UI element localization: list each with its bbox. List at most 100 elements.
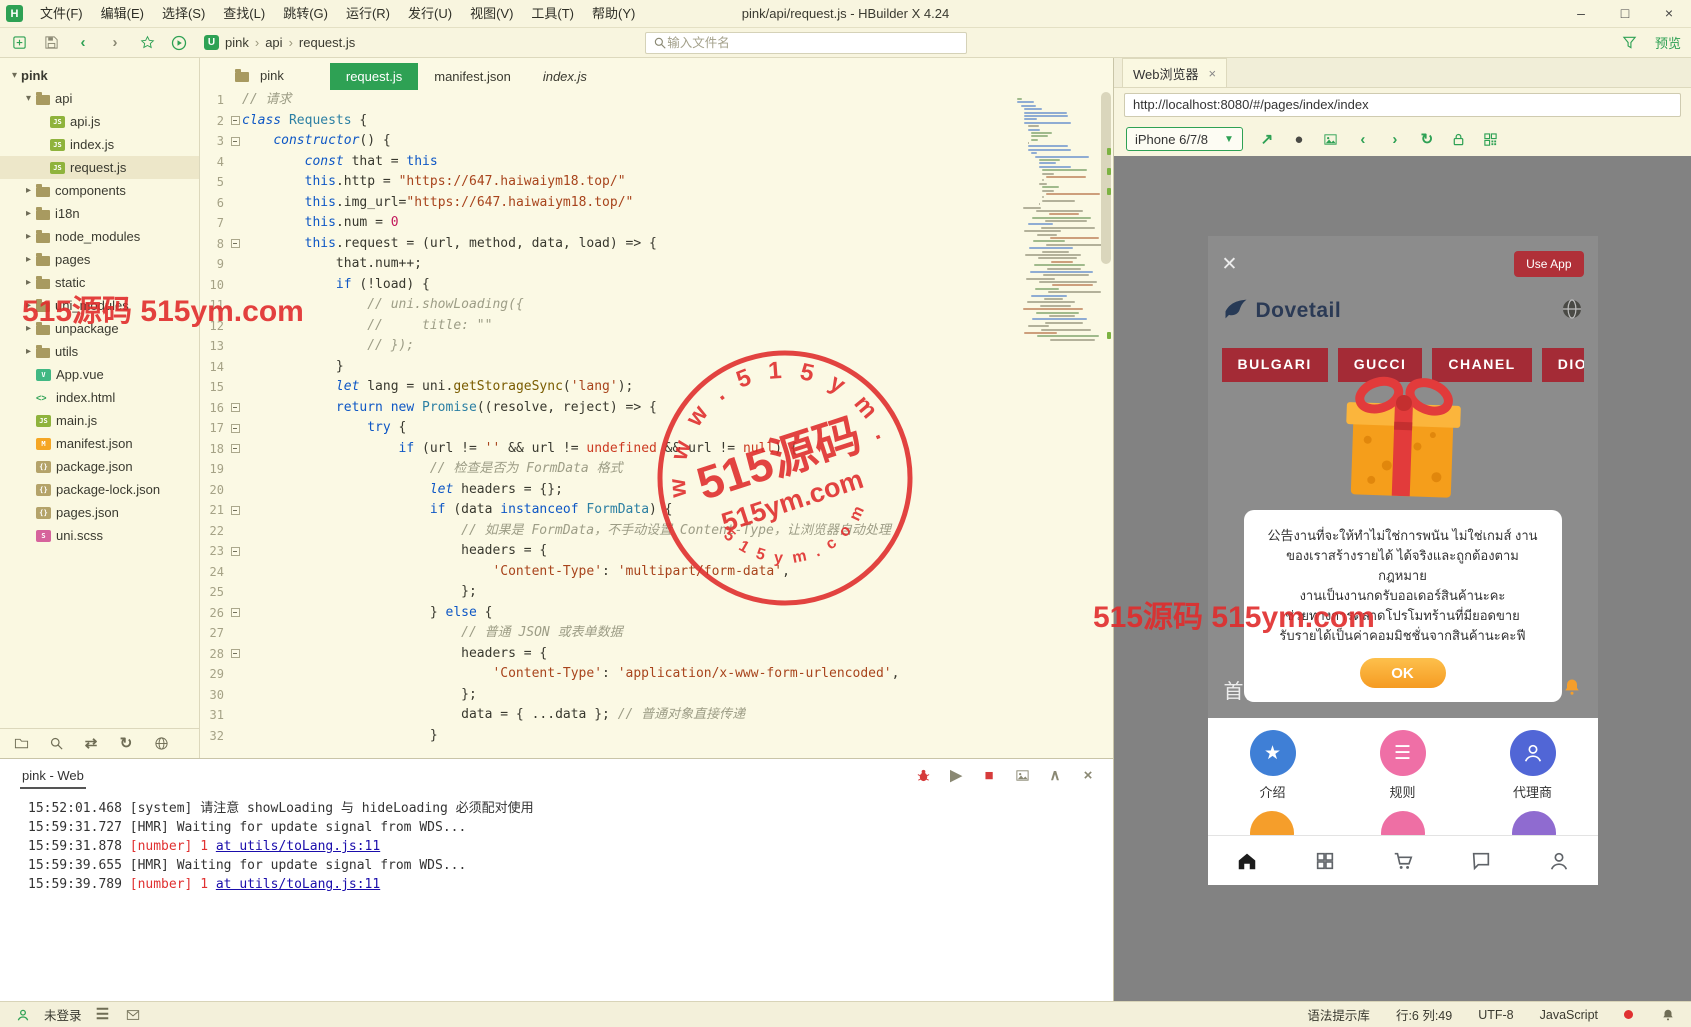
code-line[interactable]: 3 constructor() { — [200, 131, 1113, 152]
back-icon[interactable]: ‹ — [1354, 130, 1372, 148]
file-search-input[interactable] — [667, 35, 961, 50]
menu-item[interactable]: 工具(T) — [522, 0, 583, 27]
maximize-icon[interactable]: □ — [1603, 0, 1647, 27]
console-tab[interactable]: pink - Web — [20, 761, 86, 789]
breadcrumb-item[interactable]: request.js — [299, 35, 355, 50]
collapse-icon[interactable]: ∧ — [1046, 766, 1064, 784]
tree-item[interactable]: ▸ components — [0, 179, 199, 202]
code-line[interactable]: 24 'Content-Type': 'multipart/form-data'… — [200, 562, 1113, 583]
tree-item[interactable]: ▸ static — [0, 271, 199, 294]
code-line[interactable]: 14 } — [200, 357, 1113, 378]
play-icon[interactable]: ▶ — [947, 766, 965, 784]
code-line[interactable]: 23 headers = { — [200, 541, 1113, 562]
home-icon[interactable] — [1234, 848, 1260, 874]
menu-item[interactable]: 发行(U) — [399, 0, 461, 27]
shortcut-circle[interactable] — [1249, 811, 1294, 835]
code-line[interactable]: 4 const that = this — [200, 152, 1113, 173]
cart-icon[interactable] — [1390, 848, 1416, 874]
editor-scrollbar[interactable] — [1101, 90, 1111, 758]
tree-item[interactable]: Mmanifest.json — [0, 432, 199, 455]
stop-icon[interactable]: ■ — [980, 766, 998, 784]
save-icon[interactable] — [42, 34, 60, 52]
shortcut-item[interactable]: ★ 介绍 — [1249, 730, 1296, 801]
shortcut-item[interactable]: 代理商 — [1509, 730, 1556, 801]
code-line[interactable]: 25 }; — [200, 582, 1113, 603]
close-icon[interactable]: × — [1079, 766, 1097, 784]
tree-item[interactable]: {} package.json — [0, 455, 199, 478]
tree-item[interactable]: Suni.scss — [0, 524, 199, 547]
shortcut-item[interactable]: ☰ 规则 — [1379, 730, 1426, 801]
external-icon[interactable]: ↗ — [1258, 130, 1276, 148]
menu-item[interactable]: 选择(S) — [153, 0, 214, 27]
code-line[interactable]: 10 if (!load) { — [200, 275, 1113, 296]
fold-icon[interactable] — [230, 403, 240, 413]
refresh-icon[interactable]: ↻ — [1418, 130, 1436, 148]
fold-icon[interactable] — [230, 649, 240, 659]
tree-item[interactable]: JS main.js — [0, 409, 199, 432]
person-icon[interactable] — [1546, 848, 1572, 874]
shortcut-circle[interactable] — [1380, 811, 1425, 835]
back-icon[interactable]: ‹ — [74, 34, 92, 52]
log-link[interactable]: at utils/toLang.js:11 — [216, 839, 380, 854]
code-line[interactable]: 19 // 检查是否为 FormData 格式 — [200, 459, 1113, 480]
code-line[interactable]: 8 this.request = (url, method, data, loa… — [200, 234, 1113, 255]
statusbar-item[interactable]: UTF-8 — [1478, 1008, 1513, 1022]
code-line[interactable]: 9 that.num++; — [200, 254, 1113, 275]
tree-item[interactable]: JS request.js — [0, 156, 199, 179]
code-line[interactable]: 18 if (url != '' && url != undefined && … — [200, 439, 1113, 460]
statusbar-item[interactable]: 行:6 列:49 — [1396, 1005, 1452, 1024]
popup-close-icon[interactable]: ✕ — [1222, 253, 1238, 276]
menu-item[interactable]: 帮助(Y) — [583, 0, 644, 27]
code-line[interactable]: 1// 请求 — [200, 90, 1113, 111]
code-line[interactable]: 2 class Requests { — [200, 111, 1113, 132]
code-line[interactable]: 12 // title: "" — [200, 316, 1113, 337]
language-globe-icon[interactable] — [1560, 297, 1584, 326]
tree-item[interactable]: ▸ uni_modules — [0, 294, 199, 317]
code-line[interactable]: 16 return new Promise((resolve, reject) … — [200, 398, 1113, 419]
login-status[interactable]: 未登录 — [44, 1005, 82, 1024]
tree-item[interactable]: ▾ pink — [0, 64, 199, 87]
code-line[interactable]: 30 }; — [200, 685, 1113, 706]
preview-button[interactable]: 预览 — [1655, 33, 1681, 52]
forward-icon[interactable]: › — [1386, 130, 1404, 148]
tree-item[interactable]: V App.vue — [0, 363, 199, 386]
tree-item[interactable]: JS index.js — [0, 133, 199, 156]
bug-icon[interactable] — [914, 766, 932, 784]
minimize-icon[interactable]: – — [1559, 0, 1603, 27]
tree-item[interactable]: ▸ node_modules — [0, 225, 199, 248]
code-line[interactable]: 28 headers = { — [200, 644, 1113, 665]
editor-tab[interactable]: request.js — [329, 63, 419, 90]
account-icon[interactable] — [14, 1006, 32, 1024]
device-select[interactable]: iPhone 6/7/8 ▼ — [1126, 127, 1243, 151]
tree-item[interactable]: {} package-lock.json — [0, 478, 199, 501]
code-line[interactable]: 22 // 如果是 FormData，不手动设置 Content-Type，让浏… — [200, 521, 1113, 542]
run-icon[interactable] — [170, 34, 188, 52]
code-line[interactable]: 11 // uni.showLoading({ — [200, 295, 1113, 316]
image-icon[interactable] — [1322, 130, 1340, 148]
code-line[interactable]: 5 this.http = "https://647.haiwaiym18.to… — [200, 172, 1113, 193]
tree-item[interactable]: ▸ i18n — [0, 202, 199, 225]
code-area[interactable]: 1// 请求 2 class Requests {3 constructor() {… — [200, 90, 1113, 746]
chat-icon[interactable] — [1468, 848, 1494, 874]
menu-item[interactable]: 跳转(G) — [274, 0, 337, 27]
image-icon[interactable] — [1013, 766, 1031, 784]
code-line[interactable]: 27 // 普通 JSON 或表单数据 — [200, 623, 1113, 644]
bell-icon[interactable] — [1562, 677, 1582, 702]
file-search-box[interactable] — [645, 31, 968, 54]
ok-button[interactable]: OK — [1359, 658, 1446, 688]
code-line[interactable]: 7 this.num = 0 — [200, 213, 1113, 234]
fold-icon[interactable] — [230, 505, 240, 515]
globe-icon[interactable] — [152, 735, 170, 753]
code-line[interactable]: 26 } else { — [200, 603, 1113, 624]
search-icon[interactable] — [47, 735, 65, 753]
outline-icon[interactable]: ☰ — [94, 1006, 112, 1024]
log-link[interactable]: at utils/toLang.js:11 — [216, 877, 380, 892]
code-line[interactable]: 20 let headers = {}; — [200, 480, 1113, 501]
tree-item[interactable]: ▸ utils — [0, 340, 199, 363]
tree-item[interactable]: ▾ api — [0, 87, 199, 110]
fold-icon[interactable] — [230, 239, 240, 249]
mail-icon[interactable] — [124, 1006, 142, 1024]
devtools-icon[interactable]: ● — [1290, 130, 1308, 148]
fold-icon[interactable] — [230, 116, 240, 126]
scrollbar-thumb[interactable] — [1101, 92, 1111, 264]
